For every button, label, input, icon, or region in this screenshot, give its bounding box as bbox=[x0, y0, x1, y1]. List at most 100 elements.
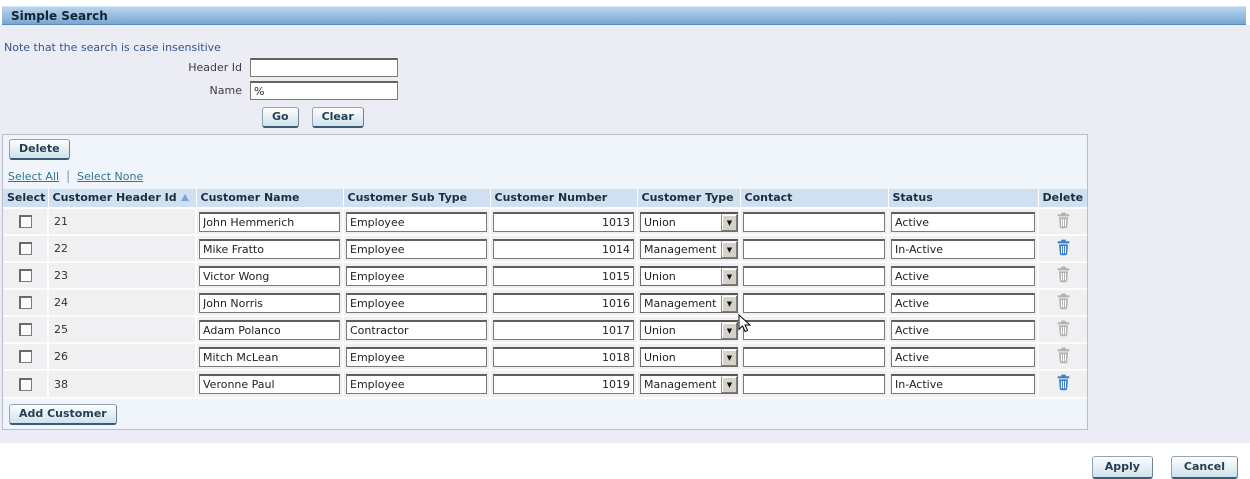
customer-type-select[interactable]: Union ▼ bbox=[640, 320, 738, 340]
content-area: Note that the search is case insensitive… bbox=[0, 25, 1250, 443]
status-input[interactable] bbox=[891, 374, 1035, 394]
customer-number-input[interactable] bbox=[493, 374, 634, 394]
customer-name-input[interactable] bbox=[199, 374, 340, 394]
table-header-row: Select Customer Header Id Customer Name … bbox=[3, 189, 1087, 208]
status-input[interactable] bbox=[891, 266, 1035, 286]
customer-type-value: Union bbox=[641, 349, 721, 366]
add-customer-button[interactable]: Add Customer bbox=[9, 404, 117, 425]
customer-type-select[interactable]: Union ▼ bbox=[640, 347, 738, 367]
customer-type-value: Union bbox=[641, 268, 721, 285]
chevron-down-icon[interactable]: ▼ bbox=[721, 214, 737, 231]
delete-button[interactable]: Delete bbox=[9, 139, 70, 160]
status-input[interactable] bbox=[891, 320, 1035, 340]
contact-input[interactable] bbox=[743, 266, 885, 286]
customer-name-input[interactable] bbox=[199, 293, 340, 313]
select-all-link[interactable]: Select All bbox=[8, 170, 59, 183]
customer-sub-type-input[interactable] bbox=[346, 293, 487, 313]
customer-sub-type-input[interactable] bbox=[346, 266, 487, 286]
row-select-checkbox[interactable] bbox=[19, 296, 32, 309]
customer-header-id-value: 22 bbox=[51, 242, 68, 255]
status-input[interactable] bbox=[891, 293, 1035, 313]
contact-input[interactable] bbox=[743, 374, 885, 394]
customer-sub-type-input[interactable] bbox=[346, 239, 487, 259]
search-note: Note that the search is case insensitive bbox=[0, 25, 1250, 58]
customer-sub-type-input[interactable] bbox=[346, 212, 487, 232]
clear-button[interactable]: Clear bbox=[312, 107, 364, 128]
customer-type-value: Union bbox=[641, 322, 721, 339]
sort-ascending-icon bbox=[181, 194, 189, 201]
section-header: Simple Search bbox=[2, 6, 1246, 25]
cancel-button[interactable]: Cancel bbox=[1171, 456, 1238, 479]
chevron-down-icon[interactable]: ▼ bbox=[721, 349, 737, 366]
customer-name-input[interactable] bbox=[199, 320, 340, 340]
chevron-down-icon[interactable]: ▼ bbox=[721, 322, 737, 339]
table-row: 24 Management ▼ bbox=[3, 289, 1087, 316]
customer-sub-type-input[interactable] bbox=[346, 320, 487, 340]
status-input[interactable] bbox=[891, 212, 1035, 232]
search-buttons: Go Clear bbox=[262, 107, 1250, 134]
row-select-checkbox[interactable] bbox=[19, 215, 32, 228]
col-header-customer-header-id[interactable]: Customer Header Id bbox=[48, 189, 196, 208]
link-separator: | bbox=[66, 169, 70, 183]
header-id-row: Header Id bbox=[0, 58, 1250, 77]
apply-button[interactable]: Apply bbox=[1092, 456, 1153, 479]
page-title: Simple Search bbox=[11, 9, 108, 23]
customer-header-id-value: 24 bbox=[51, 296, 68, 309]
table-row: 22 Management ▼ bbox=[3, 235, 1087, 262]
delete-row-icon[interactable] bbox=[1056, 212, 1071, 229]
row-select-checkbox[interactable] bbox=[19, 350, 32, 363]
col-header-customer-number: Customer Number bbox=[490, 189, 637, 208]
customer-name-input[interactable] bbox=[199, 347, 340, 367]
chevron-down-icon[interactable]: ▼ bbox=[721, 268, 737, 285]
row-select-checkbox[interactable] bbox=[19, 242, 32, 255]
customer-sub-type-input[interactable] bbox=[346, 347, 487, 367]
row-select-checkbox[interactable] bbox=[19, 269, 32, 282]
delete-row-icon[interactable] bbox=[1056, 239, 1071, 256]
customer-name-input[interactable] bbox=[199, 212, 340, 232]
customer-name-input[interactable] bbox=[199, 239, 340, 259]
status-input[interactable] bbox=[891, 347, 1035, 367]
contact-input[interactable] bbox=[743, 293, 885, 313]
header-id-input[interactable] bbox=[250, 58, 398, 77]
delete-row-icon[interactable] bbox=[1056, 266, 1071, 283]
customer-number-input[interactable] bbox=[493, 293, 634, 313]
customer-sub-type-input[interactable] bbox=[346, 374, 487, 394]
customer-number-input[interactable] bbox=[493, 212, 634, 232]
delete-row-icon[interactable] bbox=[1056, 347, 1071, 364]
chevron-down-icon[interactable]: ▼ bbox=[721, 241, 737, 258]
chevron-down-icon[interactable]: ▼ bbox=[721, 295, 737, 312]
customer-type-select[interactable]: Union ▼ bbox=[640, 266, 738, 286]
row-select-checkbox[interactable] bbox=[19, 378, 32, 391]
customer-type-select[interactable]: Management ▼ bbox=[640, 293, 738, 313]
customer-number-input[interactable] bbox=[493, 239, 634, 259]
contact-input[interactable] bbox=[743, 347, 885, 367]
chevron-down-icon[interactable]: ▼ bbox=[721, 376, 737, 393]
header-id-label: Header Id bbox=[0, 61, 250, 74]
delete-row-icon[interactable] bbox=[1056, 320, 1071, 337]
customer-type-value: Management bbox=[641, 241, 721, 258]
delete-row-icon[interactable] bbox=[1056, 293, 1071, 310]
add-customer-row: Add Customer bbox=[3, 397, 1087, 429]
select-none-link[interactable]: Select None bbox=[77, 170, 143, 183]
row-select-checkbox[interactable] bbox=[19, 323, 32, 336]
contact-input[interactable] bbox=[743, 212, 885, 232]
page-footer: Apply Cancel bbox=[0, 443, 1250, 479]
col-header-customer-name: Customer Name bbox=[196, 189, 343, 208]
customer-number-input[interactable] bbox=[493, 320, 634, 340]
table-row: 26 Union ▼ bbox=[3, 343, 1087, 370]
go-button[interactable]: Go bbox=[262, 107, 299, 128]
delete-row-icon[interactable] bbox=[1056, 374, 1071, 391]
customer-number-input[interactable] bbox=[493, 347, 634, 367]
customer-type-select[interactable]: Management ▼ bbox=[640, 239, 738, 259]
status-input[interactable] bbox=[891, 239, 1035, 259]
contact-input[interactable] bbox=[743, 239, 885, 259]
contact-input[interactable] bbox=[743, 320, 885, 340]
col-header-customer-sub-type: Customer Sub Type bbox=[343, 189, 490, 208]
customer-header-id-value: 21 bbox=[51, 215, 68, 228]
customer-type-select[interactable]: Management ▼ bbox=[640, 374, 738, 394]
customer-type-select[interactable]: Union ▼ bbox=[640, 212, 738, 232]
customer-header-id-value: 38 bbox=[51, 378, 68, 391]
name-input[interactable] bbox=[250, 81, 398, 100]
customer-number-input[interactable] bbox=[493, 266, 634, 286]
customer-name-input[interactable] bbox=[199, 266, 340, 286]
